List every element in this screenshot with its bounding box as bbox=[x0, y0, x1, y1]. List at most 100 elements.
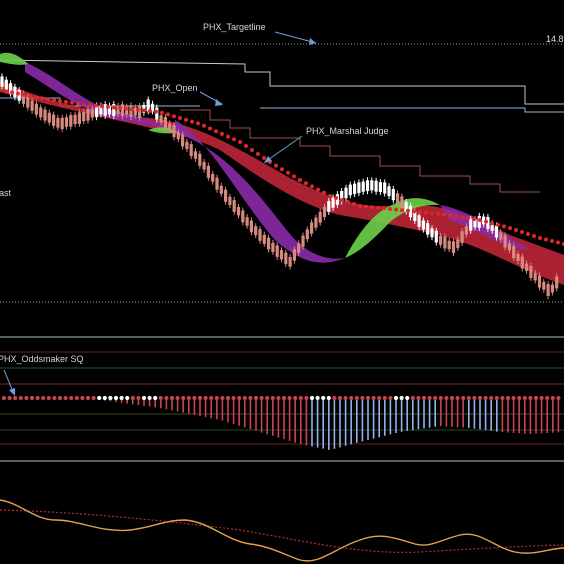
marshal-arrow bbox=[264, 135, 303, 163]
candle-down bbox=[193, 151, 198, 159]
osc-dot bbox=[119, 395, 124, 401]
osc-dot bbox=[80, 395, 85, 401]
price-panel: PHX_Targetline PHX_Open PHX_Marshal Judg… bbox=[0, 22, 564, 303]
trail-dot bbox=[178, 116, 182, 120]
osc-dot bbox=[141, 395, 147, 401]
candle-up bbox=[469, 218, 473, 231]
candle-down bbox=[464, 226, 468, 235]
osc-dot bbox=[13, 395, 18, 401]
candle-down bbox=[172, 125, 176, 138]
osc-dot bbox=[556, 395, 561, 401]
trail-dot bbox=[214, 129, 218, 134]
price-axis-label: 14.8 bbox=[546, 34, 564, 44]
trail-dot bbox=[280, 167, 284, 172]
candle-down bbox=[279, 250, 284, 260]
lower-panel bbox=[0, 499, 564, 562]
osc-dot bbox=[7, 395, 12, 401]
candle-up bbox=[357, 182, 361, 194]
trail-dot bbox=[220, 131, 224, 136]
candle-down bbox=[529, 266, 533, 278]
osc-dot bbox=[203, 395, 208, 401]
trail-dot bbox=[340, 198, 344, 202]
trail-dot bbox=[142, 108, 146, 113]
candle-down bbox=[73, 114, 77, 125]
trail-dot bbox=[454, 214, 458, 219]
trail-dot bbox=[406, 208, 410, 213]
trail-dot bbox=[16, 91, 20, 96]
osc-dot bbox=[175, 395, 180, 401]
osc-dot bbox=[248, 395, 253, 401]
trail-dot bbox=[388, 207, 392, 211]
candle-down bbox=[305, 229, 309, 240]
osc-dot bbox=[186, 395, 191, 401]
trail-dot bbox=[484, 219, 488, 224]
trail-dot bbox=[40, 96, 44, 101]
trail-dot bbox=[478, 218, 482, 222]
osc-dot bbox=[494, 395, 499, 401]
osc-dot bbox=[528, 395, 533, 401]
osc-dot bbox=[505, 395, 511, 401]
candle-down bbox=[43, 109, 47, 121]
osc-dot bbox=[29, 395, 35, 401]
candle-down bbox=[138, 106, 142, 118]
candle-down bbox=[30, 100, 34, 111]
candle-down bbox=[254, 226, 258, 236]
trail-dot bbox=[286, 170, 290, 175]
candle-down bbox=[69, 115, 73, 127]
candle-down bbox=[275, 245, 279, 257]
candle-down bbox=[550, 284, 554, 293]
ribbon-bull-1 bbox=[0, 52, 28, 65]
osc-dot bbox=[74, 395, 79, 401]
osc-dot bbox=[85, 395, 91, 401]
candle-down bbox=[47, 112, 51, 123]
trail-dot bbox=[64, 99, 68, 104]
targetline-arrowhead bbox=[309, 38, 316, 45]
candle-down bbox=[301, 235, 305, 247]
osc-dot bbox=[438, 395, 443, 401]
osc-dot bbox=[237, 395, 242, 401]
osc-dot bbox=[231, 395, 236, 401]
osc-dot bbox=[298, 395, 303, 401]
candle-down bbox=[520, 256, 524, 269]
candle-down bbox=[163, 117, 167, 129]
open-label: PHX_Open bbox=[152, 83, 198, 93]
targetline-label: PHX_Targetline bbox=[203, 22, 266, 32]
candle-down bbox=[211, 173, 215, 182]
candle-down bbox=[439, 236, 443, 245]
trail-dot bbox=[226, 134, 230, 139]
osc-dot bbox=[209, 395, 214, 401]
candle-down bbox=[507, 243, 511, 251]
osc-dot bbox=[220, 395, 225, 401]
candle-down bbox=[318, 211, 322, 223]
osc-dot bbox=[444, 395, 449, 401]
trail-dot bbox=[166, 112, 170, 117]
candle-down bbox=[168, 123, 172, 131]
osc-dot bbox=[153, 395, 158, 401]
osc-dot bbox=[511, 395, 516, 401]
candle-down bbox=[159, 115, 163, 123]
candle-down bbox=[258, 229, 262, 241]
trail-dot bbox=[58, 99, 62, 103]
trail-dot bbox=[4, 89, 8, 94]
osc-dot bbox=[304, 395, 309, 401]
osc-dot bbox=[321, 395, 326, 401]
osc-dot bbox=[483, 395, 488, 401]
candle-up bbox=[391, 189, 395, 201]
trail-dot bbox=[304, 181, 308, 186]
osc-dot bbox=[265, 395, 270, 401]
candle-down bbox=[546, 284, 550, 296]
trail-dot bbox=[550, 239, 554, 243]
trail-dot bbox=[184, 117, 188, 122]
osc-dot bbox=[433, 395, 438, 401]
trail-dot bbox=[274, 163, 278, 168]
candle-up bbox=[387, 186, 391, 197]
candle-up bbox=[331, 197, 335, 208]
trail-dot bbox=[52, 98, 56, 103]
candle-down bbox=[60, 117, 64, 129]
left-cut-label: ast bbox=[0, 188, 12, 198]
lower-main-line bbox=[0, 499, 564, 562]
osc-dot bbox=[1, 395, 7, 401]
candle-down bbox=[499, 232, 503, 240]
trail-dot bbox=[448, 213, 452, 218]
osc-dot bbox=[242, 395, 247, 401]
